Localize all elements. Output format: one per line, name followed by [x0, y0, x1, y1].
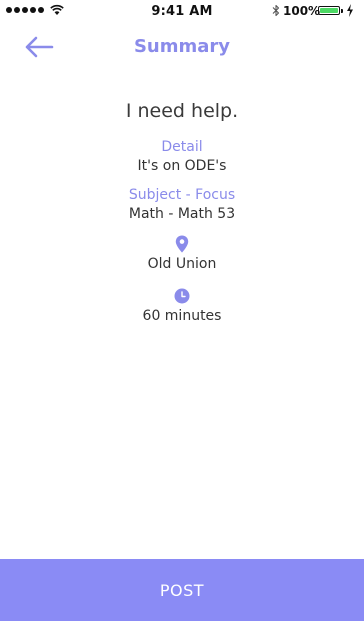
page-title: Summary	[133, 36, 231, 57]
battery-nub	[341, 8, 343, 13]
clock-icon-wrap	[0, 286, 364, 306]
summary-screen: 9:41 AM 100% Summary I need help. Detail…	[0, 0, 364, 621]
bluetooth-icon	[272, 4, 280, 17]
charging-bolt-icon	[347, 4, 353, 17]
request-headline: I need help.	[125, 100, 239, 122]
detail-value: It's on ODE's	[137, 158, 227, 174]
summary-content: I need help. Detail It's on ODE's Subjec…	[0, 96, 364, 326]
status-bar: 9:41 AM 100%	[0, 0, 364, 22]
post-button[interactable]: POST	[0, 559, 364, 621]
battery-icon	[318, 6, 340, 15]
clock-icon	[174, 288, 190, 304]
detail-label: Detail	[161, 139, 203, 155]
location-value: Old Union	[147, 256, 217, 272]
duration-value: 60 minutes	[142, 308, 222, 324]
battery-percent: 100%	[283, 4, 321, 18]
location-pin-icon	[175, 235, 189, 253]
subject-label: Subject - Focus	[128, 187, 236, 203]
subject-value: Math - Math 53	[128, 206, 236, 222]
location-icon-wrap	[0, 234, 364, 254]
